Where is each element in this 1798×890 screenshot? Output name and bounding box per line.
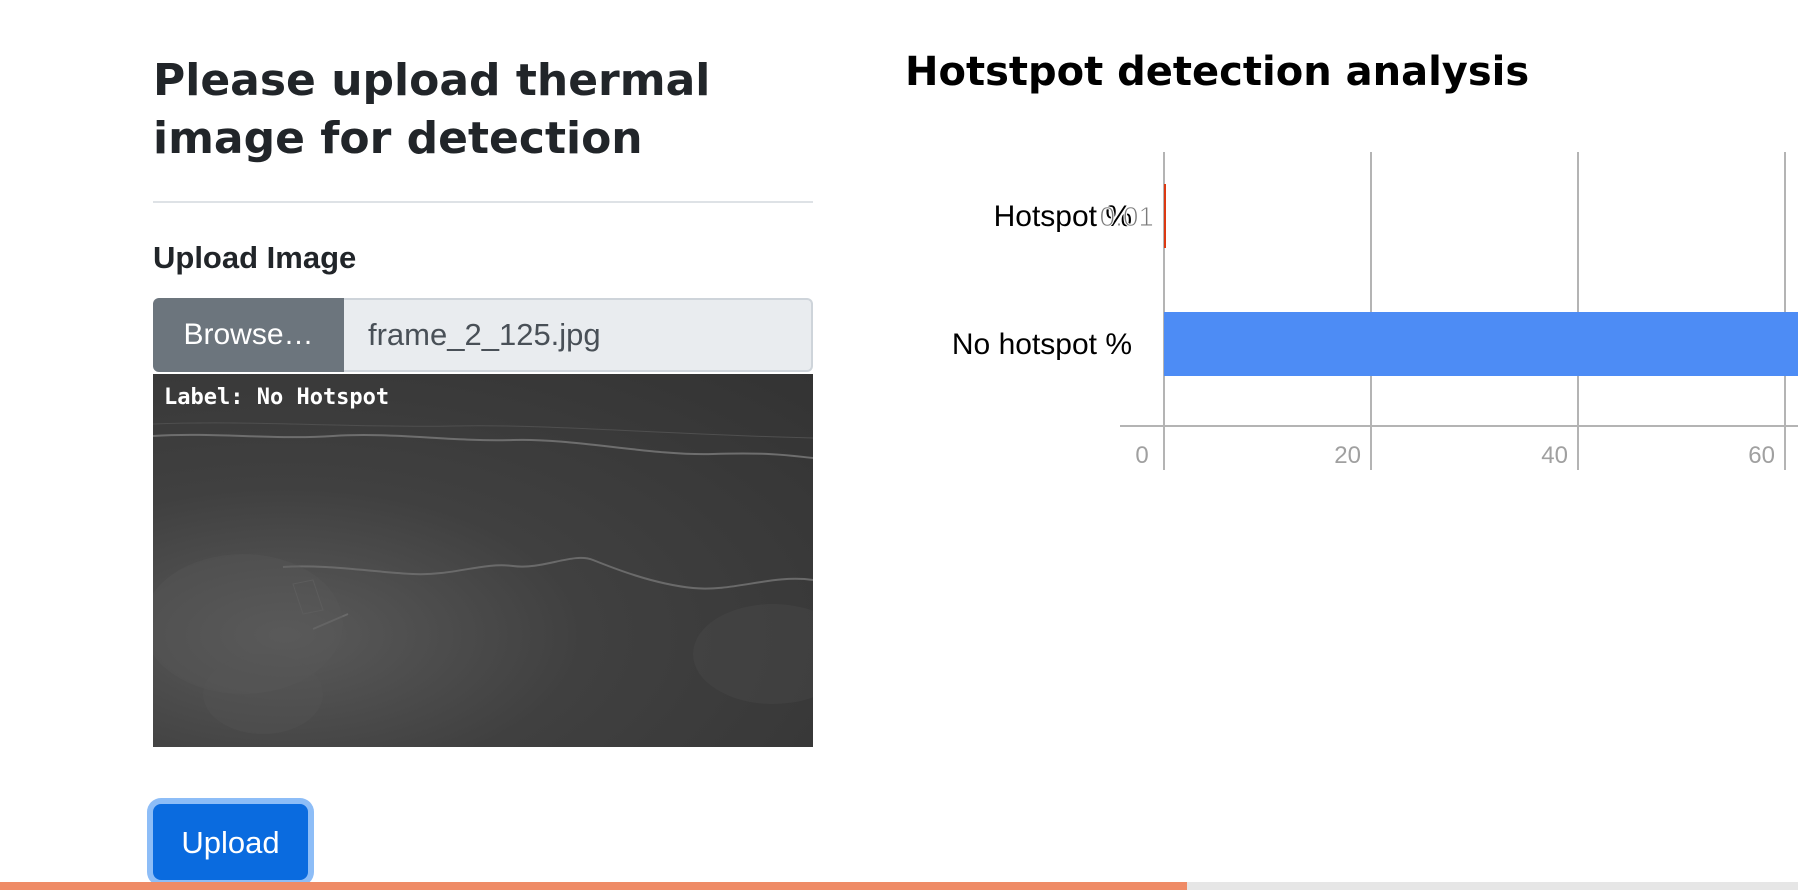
progress-bar-fill <box>0 882 1187 890</box>
page-title: Please upload thermal image for detectio… <box>153 55 711 164</box>
x-tick-label: 60 <box>1748 442 1775 469</box>
category-label: No hotspot % <box>952 328 1132 361</box>
browse-button[interactable]: Browse… <box>153 298 344 372</box>
thermal-image <box>153 422 813 734</box>
upload-image-label: Upload Image <box>153 240 357 275</box>
data-label: 0.01 <box>1100 201 1155 232</box>
chart-title: Hotstpot detection analysis <box>905 49 1530 95</box>
file-input[interactable]: Browse… frame_2_125.jpg <box>153 298 813 372</box>
x-tick-label: 0 <box>1135 442 1148 469</box>
bar-hotspot <box>1164 184 1166 248</box>
x-tick-label: 40 <box>1541 442 1568 469</box>
file-name-field[interactable]: frame_2_125.jpg <box>344 298 813 372</box>
x-tick-label: 20 <box>1334 442 1361 469</box>
upload-button[interactable]: Upload <box>153 804 308 880</box>
detection-label: Label: No Hotspot <box>164 385 390 410</box>
divider <box>153 201 813 203</box>
hotspot-bar-chart: 0 20 40 60Hotspot %0.01No hotspot % <box>952 152 1798 470</box>
thermal-image-preview: Label: No Hotspot <box>153 374 813 747</box>
upload-panel: Please upload thermal image for detectio… <box>153 52 813 880</box>
bar-no-hotspot <box>1164 312 1798 376</box>
page: Please upload thermal image for detectio… <box>0 0 1798 890</box>
progress-bar <box>0 882 1798 890</box>
